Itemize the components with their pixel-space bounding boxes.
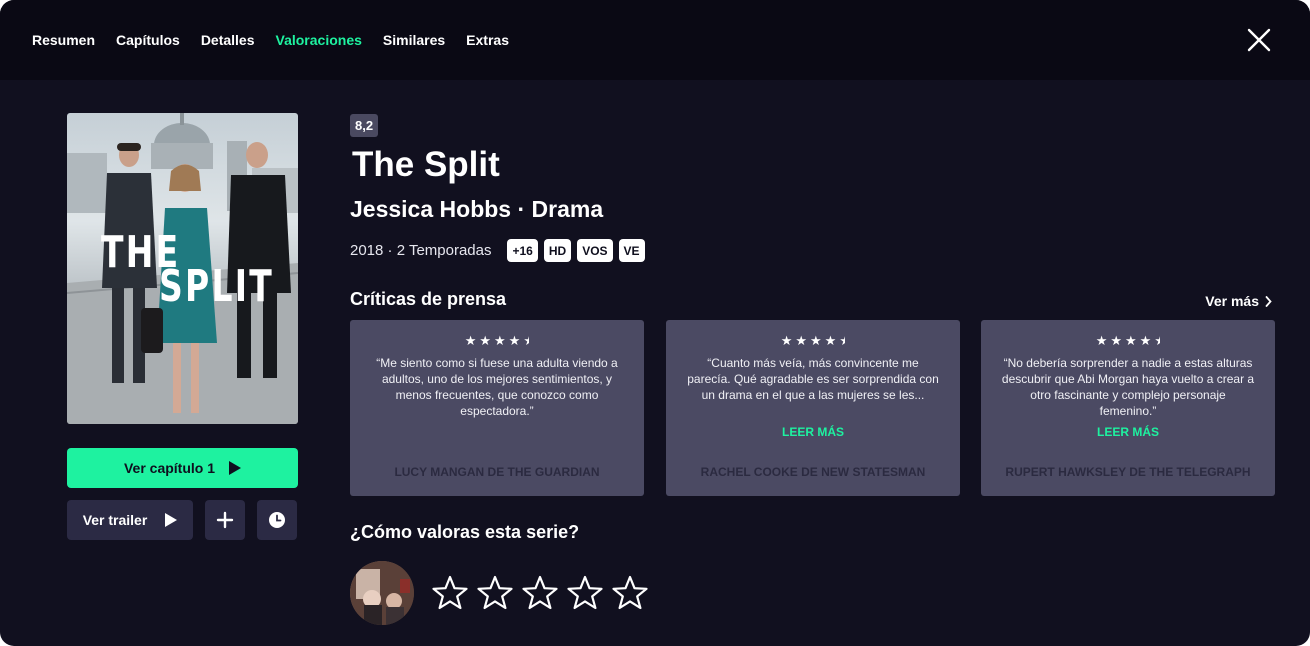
play-episode-button[interactable]: Ver capítulo 1 xyxy=(67,448,298,488)
review-author: RACHEL COOKE DE NEW STATESMAN xyxy=(700,465,926,479)
review-card: ★★★★★ “No debería sorprender a nadie a e… xyxy=(981,320,1275,496)
play-icon xyxy=(229,461,242,475)
read-more-link[interactable]: LEER MÁS xyxy=(666,425,960,439)
tab-extras[interactable]: Extras xyxy=(466,32,509,48)
play-episode-label: Ver capítulo 1 xyxy=(123,460,216,476)
tab-capitulos[interactable]: Capítulos xyxy=(116,32,180,48)
age-rating-tag: +16 xyxy=(507,239,538,262)
read-more-link[interactable]: LEER MÁS xyxy=(981,425,1275,439)
rate-series-heading: ¿Cómo valoras esta serie? xyxy=(350,522,580,542)
tab-valoraciones[interactable]: Valoraciones xyxy=(276,32,362,48)
review-quote: “Cuanto más veía, más convincente me par… xyxy=(687,356,939,402)
trailer-button[interactable]: Ver trailer xyxy=(67,500,193,540)
review-quote: “Me siento como si fuese una adulta vien… xyxy=(376,356,618,418)
score-badge: 8,2 xyxy=(350,114,379,137)
tab-similares[interactable]: Similares xyxy=(383,32,445,48)
tab-resumen[interactable]: Resumen xyxy=(32,32,95,48)
review-card: ★★★★★ “Me siento como si fuese una adult… xyxy=(350,320,644,496)
user-rating-stars xyxy=(432,575,648,611)
series-subtitle: Jessica Hobbs · Drama xyxy=(350,196,604,222)
avatar-image xyxy=(350,561,414,625)
vos-tag: VOS xyxy=(577,239,613,262)
star-outline-icon xyxy=(477,575,513,610)
rate-star-3[interactable] xyxy=(522,575,558,611)
year-seasons: 2018 · 2 Temporadas xyxy=(350,242,492,259)
rate-star-5[interactable] xyxy=(612,575,648,611)
series-detail-modal: Resumen Capítulos Detalles Valoraciones … xyxy=(0,0,1310,646)
rate-star-1[interactable] xyxy=(432,575,468,611)
rate-star-4[interactable] xyxy=(567,575,603,611)
review-rating: ★★★★★ xyxy=(780,333,846,348)
ve-tag: VE xyxy=(618,239,645,262)
review-author: RUPERT HAWKSLEY DE THE TELEGRAPH xyxy=(1005,465,1251,479)
rate-star-2[interactable] xyxy=(477,575,513,611)
see-more-label: Ver más xyxy=(1205,293,1259,309)
review-card: ★★★★★ “Cuanto más veía, más convincente … xyxy=(666,320,960,496)
tab-detalles[interactable]: Detalles xyxy=(201,32,255,48)
trailer-label: Ver trailer xyxy=(82,512,148,528)
star-outline-icon xyxy=(567,575,603,610)
review-quote: “No debería sorprender a nadie a estas a… xyxy=(1001,356,1255,418)
clock-icon xyxy=(269,512,285,528)
series-poster: THE SPLIT xyxy=(67,113,298,424)
plus-icon xyxy=(216,511,234,529)
chevron-right-icon xyxy=(1265,295,1272,307)
star-outline-icon xyxy=(432,575,468,610)
see-more-link[interactable]: Ver más xyxy=(1205,293,1272,309)
review-author: LUCY MANGAN DE THE GUARDIAN xyxy=(394,465,600,479)
press-reviews-heading: Críticas de prensa xyxy=(350,289,507,309)
add-to-list-button[interactable] xyxy=(205,500,245,540)
close-icon xyxy=(1247,28,1271,52)
play-icon xyxy=(165,513,178,527)
review-rating: ★★★★★ xyxy=(1095,333,1161,348)
top-navigation: Resumen Capítulos Detalles Valoraciones … xyxy=(0,0,1310,80)
series-meta: 2018 · 2 Temporadas +16 HD VOS VE xyxy=(350,239,645,262)
star-outline-icon xyxy=(522,575,558,610)
tab-list: Resumen Capítulos Detalles Valoraciones … xyxy=(32,32,509,48)
star-outline-icon xyxy=(612,575,648,610)
close-button[interactable] xyxy=(1246,27,1272,53)
avatar xyxy=(350,561,414,625)
review-rating: ★★★★★ xyxy=(464,333,530,348)
series-title: The Split xyxy=(352,145,500,184)
poster-title-line2: SPLIT xyxy=(159,261,275,312)
hd-tag: HD xyxy=(543,239,572,262)
watch-later-button[interactable] xyxy=(257,500,297,540)
